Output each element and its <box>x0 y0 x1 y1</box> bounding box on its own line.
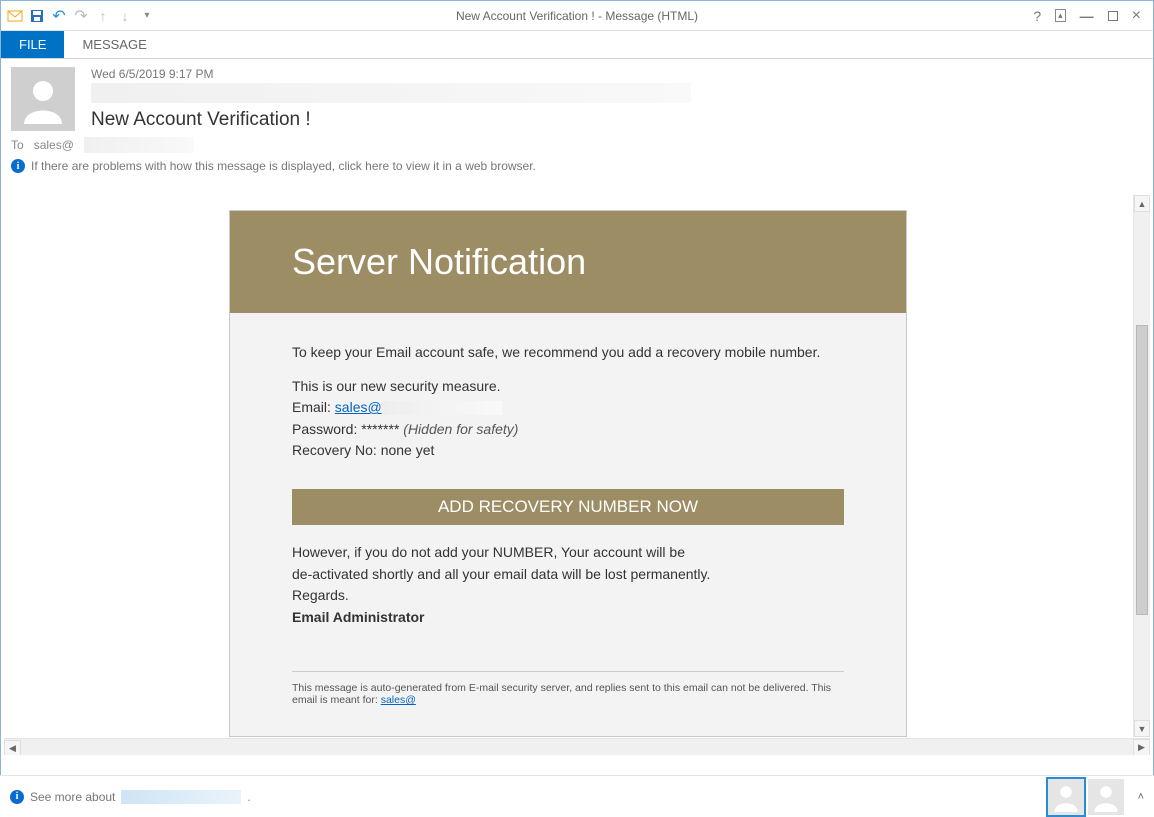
info-bar[interactable]: i If there are problems with how this me… <box>11 159 1143 173</box>
sender-avatar <box>11 67 75 131</box>
banner-title: Server Notification <box>230 211 906 313</box>
prev-icon[interactable]: ↑ <box>95 8 111 24</box>
ribbon-tabs: FILE MESSAGE <box>1 31 1153 59</box>
info-text: If there are problems with how this mess… <box>31 159 536 173</box>
save-icon[interactable] <box>29 8 45 24</box>
to-value: sales@ <box>34 138 74 152</box>
people-avatars: ˄ <box>1048 779 1144 815</box>
contact-avatar[interactable] <box>1048 779 1084 815</box>
message-subject: New Account Verification ! <box>91 109 1143 131</box>
window-title: New Account Verification ! - Message (HT… <box>456 9 698 23</box>
redo-icon[interactable]: ↷ <box>73 8 89 24</box>
password-hint: (Hidden for safety) <box>399 421 518 437</box>
add-recovery-button[interactable]: ADD RECOVERY NUMBER NOW <box>292 489 844 525</box>
see-more-label: See more about <box>30 790 115 804</box>
password-mask: ******* <box>361 421 399 437</box>
next-icon[interactable]: ↓ <box>117 8 133 24</box>
message-header: Wed 6/5/2019 9:17 PM New Account Verific… <box>1 59 1153 173</box>
recovery-value: none yet <box>381 442 435 458</box>
qat-customize-icon[interactable]: ▾ <box>139 8 155 24</box>
see-more-redacted <box>121 790 241 804</box>
to-redacted <box>84 137 194 153</box>
ribbon-options-icon[interactable]: ▴ <box>1055 9 1066 22</box>
window-controls: ? ▴ — × <box>1033 7 1153 25</box>
body-para2: This is our new security measure. <box>292 377 844 397</box>
recovery-line: Recovery No: none yet <box>292 441 844 461</box>
horizontal-scrollbar[interactable]: ◀ ▶ <box>4 738 1150 755</box>
scroll-right-icon[interactable]: ▶ <box>1133 739 1150 755</box>
footer-text: This message is auto-generated from E-ma… <box>292 682 831 706</box>
people-pane: i See more about . ˄ <box>0 775 1154 817</box>
message-date: Wed 6/5/2019 9:17 PM <box>91 67 1143 81</box>
email-line: Email: sales@ <box>292 398 844 418</box>
period: . <box>247 790 250 804</box>
to-line: To sales@ <box>11 137 1143 153</box>
regards: Regards. <box>292 586 844 606</box>
footer-link[interactable]: sales@ <box>381 694 416 706</box>
warn-line1: However, if you do not add your NUMBER, … <box>292 543 844 563</box>
scroll-down-icon[interactable]: ▼ <box>1134 720 1150 737</box>
undo-icon[interactable]: ↶ <box>51 8 67 24</box>
maximize-icon[interactable] <box>1108 11 1118 21</box>
email-content-card: Server Notification To keep your Email a… <box>229 210 907 737</box>
contact-avatar[interactable] <box>1088 779 1124 815</box>
email-redacted <box>382 401 502 415</box>
close-icon[interactable]: × <box>1132 7 1141 25</box>
help-icon[interactable]: ? <box>1033 8 1041 24</box>
message-body-area: Server Notification To keep your Email a… <box>4 195 1150 755</box>
scroll-thumb[interactable] <box>1136 325 1148 615</box>
quick-access-toolbar: ↶ ↷ ↑ ↓ ▾ <box>1 8 155 24</box>
email-link[interactable]: sales@ <box>335 399 382 415</box>
vertical-scrollbar[interactable]: ▲ ▼ <box>1133 195 1150 737</box>
info-icon: i <box>11 159 25 173</box>
minimize-icon[interactable]: — <box>1080 8 1094 24</box>
password-label: Password: <box>292 421 361 437</box>
info-icon: i <box>10 790 24 804</box>
scroll-up-icon[interactable]: ▲ <box>1134 195 1150 212</box>
outlook-icon <box>7 8 23 24</box>
signature: Email Administrator <box>292 608 844 628</box>
recovery-label: Recovery No: <box>292 442 381 458</box>
email-label: Email: <box>292 399 335 415</box>
password-line: Password: ******* (Hidden for safety) <box>292 420 844 440</box>
see-more-about[interactable]: i See more about . <box>10 790 251 804</box>
footer-note: This message is auto-generated from E-ma… <box>292 671 844 716</box>
message-body-viewport[interactable]: Server Notification To keep your Email a… <box>4 195 1132 737</box>
file-tab[interactable]: FILE <box>1 31 64 58</box>
warn-line2: de-activated shortly and all your email … <box>292 565 844 585</box>
message-tab[interactable]: MESSAGE <box>64 31 164 58</box>
expand-people-icon[interactable]: ˄ <box>1138 791 1144 803</box>
scroll-left-icon[interactable]: ◀ <box>4 740 21 755</box>
title-bar: ↶ ↷ ↑ ↓ ▾ New Account Verification ! - M… <box>1 1 1153 31</box>
body-para1: To keep your Email account safe, we reco… <box>292 343 844 363</box>
sender-redacted <box>91 83 691 103</box>
to-label: To <box>11 138 24 152</box>
